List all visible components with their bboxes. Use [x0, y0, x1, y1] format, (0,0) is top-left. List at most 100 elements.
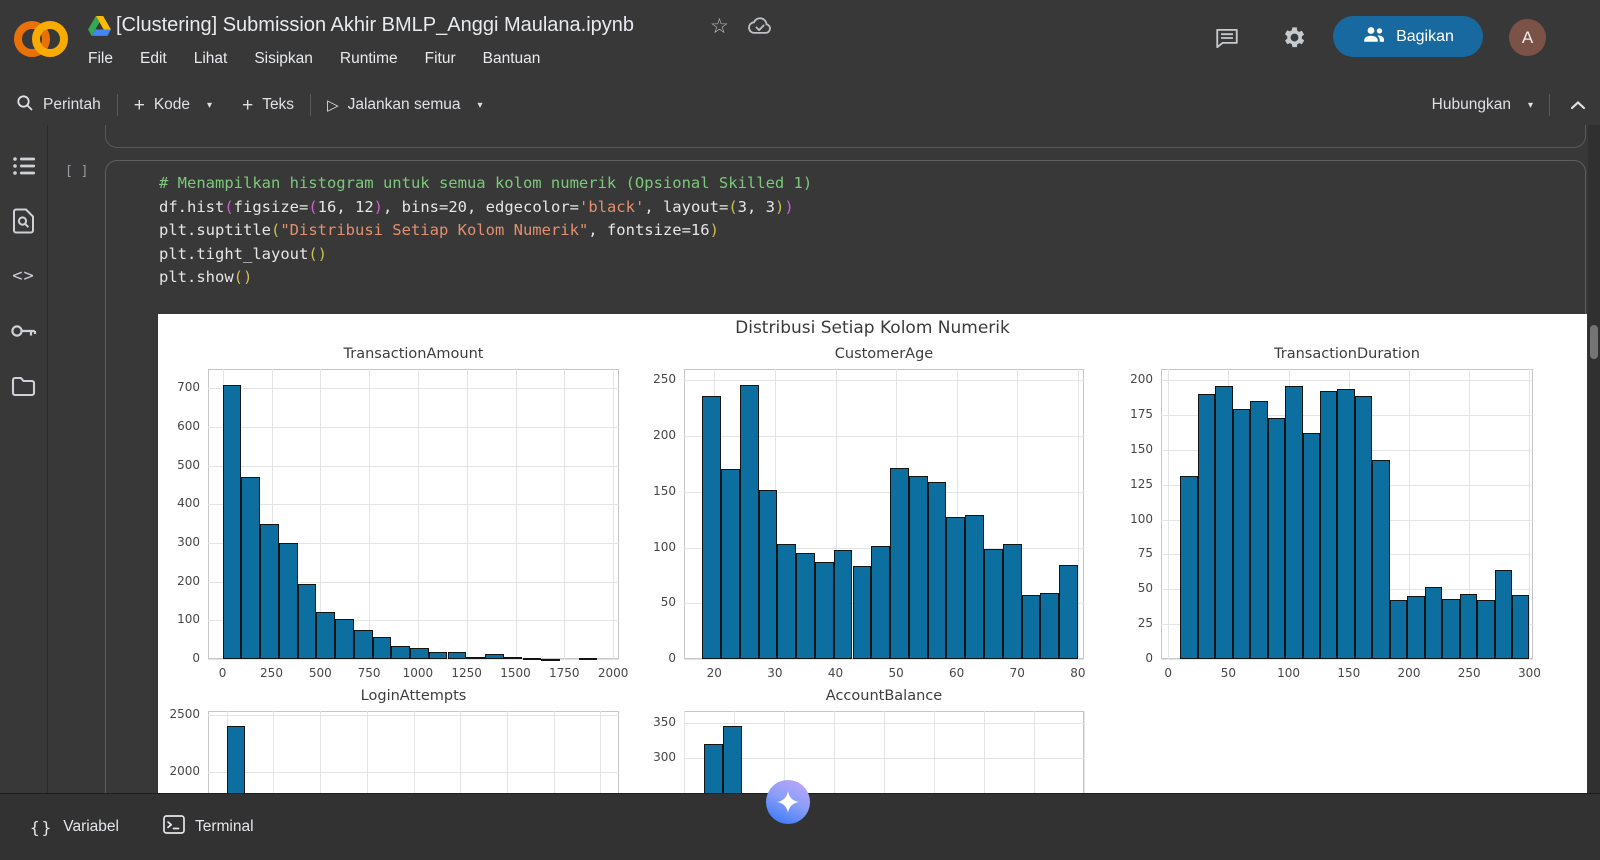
- code-icon[interactable]: <>: [12, 263, 34, 289]
- terminal-icon: [163, 815, 185, 839]
- y-tick-label: 125: [1130, 476, 1153, 491]
- histogram-TransactionDuration: 0 50 100 150 200 250 300 0 25 50 75 100 125 150 175 200…: [1130, 346, 1541, 680]
- histogram-bar: [758, 489, 778, 659]
- y-tick-label: 300: [653, 749, 676, 764]
- x-tick-label: 500: [308, 666, 332, 680]
- histogram-bar: [1197, 394, 1216, 659]
- code-editor[interactable]: # Menampilkan histogram untuk semua kolo…: [159, 172, 812, 290]
- account-avatar[interactable]: A: [1509, 19, 1546, 56]
- add-text-button[interactable]: + Teks: [242, 96, 294, 115]
- histogram-bar: [871, 546, 891, 659]
- table-of-contents-icon[interactable]: [12, 153, 36, 179]
- y-tick-label: 200: [177, 573, 200, 588]
- folder-icon[interactable]: [11, 373, 36, 399]
- colab-logo-ring-right: [32, 21, 68, 57]
- x-tick-label: 60: [949, 666, 965, 680]
- histogram-bar: [541, 658, 560, 661]
- gridline-vertical: [460, 711, 462, 793]
- gridline-vertical: [417, 369, 419, 659]
- y-tick-label: 150: [1130, 441, 1153, 456]
- cloud-saved-icon[interactable]: [746, 16, 772, 41]
- gridline-horizontal: [684, 380, 1084, 382]
- histogram-bar: [739, 384, 759, 659]
- notebook-scroll-area: [ ] # Menampilkan histogram untuk semua …: [48, 125, 1588, 793]
- menu-item-edit[interactable]: Edit: [140, 50, 167, 68]
- sparkle-icon: [777, 791, 799, 813]
- gridline-vertical: [1529, 369, 1531, 659]
- add-code-button[interactable]: + Kode ▾: [134, 96, 212, 115]
- menu-item-bantuan[interactable]: Bantuan: [483, 50, 541, 68]
- histogram-bar: [1459, 593, 1478, 659]
- histogram-bar: [578, 658, 598, 661]
- notebook-title[interactable]: [Clustering] Submission Akhir BMLP_Anggi…: [116, 14, 634, 37]
- menu-item-file[interactable]: File: [88, 50, 113, 68]
- x-tick-label: 300: [1517, 666, 1541, 680]
- scrollbar-thumb[interactable]: [1590, 325, 1598, 359]
- chevron-down-icon: ▾: [477, 99, 483, 111]
- histogram-bar: [222, 384, 242, 659]
- histogram-bar: [1285, 385, 1303, 659]
- gridline-horizontal: [208, 715, 619, 716]
- gridline-vertical: [553, 711, 555, 793]
- toolbar-divider: [116, 94, 118, 116]
- command-palette-button[interactable]: Perintah: [16, 94, 101, 117]
- gridline-horizontal: [208, 504, 619, 506]
- cell-run-indicator[interactable]: [ ]: [65, 164, 88, 179]
- plus-icon: +: [133, 94, 145, 116]
- comments-icon[interactable]: [1214, 25, 1240, 56]
- menu-item-sisipkan[interactable]: Sisipkan: [254, 50, 313, 68]
- variables-button[interactable]: {} Variabel: [30, 818, 119, 837]
- y-tick-label: 100: [177, 612, 200, 627]
- subplot-title: TransactionDuration: [1274, 346, 1420, 362]
- histogram-bar: [1180, 476, 1198, 659]
- histogram-bar: [297, 584, 317, 659]
- run-all-button[interactable]: ▷ Jalankan semua ▾: [327, 96, 482, 114]
- menu-bar: File Edit Lihat Sisipkan Runtime Fitur Bantuan: [88, 50, 540, 68]
- x-tick-label: 1750: [549, 666, 580, 680]
- variables-label: Variabel: [63, 818, 119, 835]
- histogram-bar: [946, 517, 966, 659]
- find-in-document-icon[interactable]: [12, 208, 35, 234]
- key-icon[interactable]: [10, 318, 37, 344]
- code-line: plt.tight_layout(): [159, 244, 327, 263]
- terminal-button[interactable]: Terminal: [163, 815, 254, 839]
- histogram-bar: [372, 637, 392, 659]
- share-button[interactable]: Bagikan: [1333, 16, 1483, 57]
- collapse-toolbar-button[interactable]: [1570, 100, 1586, 110]
- x-tick-label: 250: [1457, 666, 1481, 680]
- histogram-TransactionAmount: 0 250 500 750 1000 1250 1500 1750 2000 0 100 200 300…: [177, 346, 628, 680]
- gridline-vertical: [1077, 369, 1079, 659]
- y-tick-label: 100: [653, 539, 676, 554]
- subplot-title: AccountBalance: [825, 688, 943, 704]
- colab-logo[interactable]: [14, 14, 70, 58]
- menu-item-runtime[interactable]: Runtime: [340, 50, 398, 68]
- gridline-vertical: [515, 369, 517, 659]
- x-tick-label: 1250: [451, 666, 482, 680]
- histogram-bar: [1354, 395, 1373, 659]
- y-tick-label: 75: [1137, 546, 1153, 561]
- code-cell[interactable]: # Menampilkan histogram untuk semua kolo…: [105, 160, 1587, 793]
- menu-item-fitur[interactable]: Fitur: [425, 50, 456, 68]
- histogram-bar: [1511, 594, 1530, 659]
- histogram-bar: [814, 562, 834, 659]
- gridline-vertical: [366, 711, 368, 793]
- gemini-spark-button[interactable]: [766, 780, 810, 824]
- gridline-vertical: [600, 711, 602, 793]
- gridline-horizontal: [208, 388, 619, 390]
- connect-button[interactable]: Hubungkan ▾: [1432, 96, 1533, 114]
- histogram-bar: [1477, 600, 1495, 659]
- star-icon[interactable]: ☆: [710, 14, 729, 39]
- y-tick-label: 700: [177, 380, 200, 395]
- play-icon: ▷: [327, 97, 339, 114]
- menu-item-lihat[interactable]: Lihat: [194, 50, 228, 68]
- x-tick-label: 1500: [500, 666, 531, 680]
- histogram-LoginAttempts: 11.522.533.544.5520002500LoginAttempts: [169, 688, 619, 793]
- gridline-vertical: [413, 711, 415, 793]
- histogram-bar: [1250, 401, 1268, 659]
- x-tick-label: 50: [1220, 666, 1237, 680]
- histogram-bar: [1372, 459, 1390, 659]
- histogram-bar: [1059, 565, 1078, 659]
- scrollbar-track[interactable]: [1588, 125, 1600, 793]
- y-tick-label: 2500: [169, 707, 200, 721]
- settings-gear-icon[interactable]: [1280, 24, 1307, 56]
